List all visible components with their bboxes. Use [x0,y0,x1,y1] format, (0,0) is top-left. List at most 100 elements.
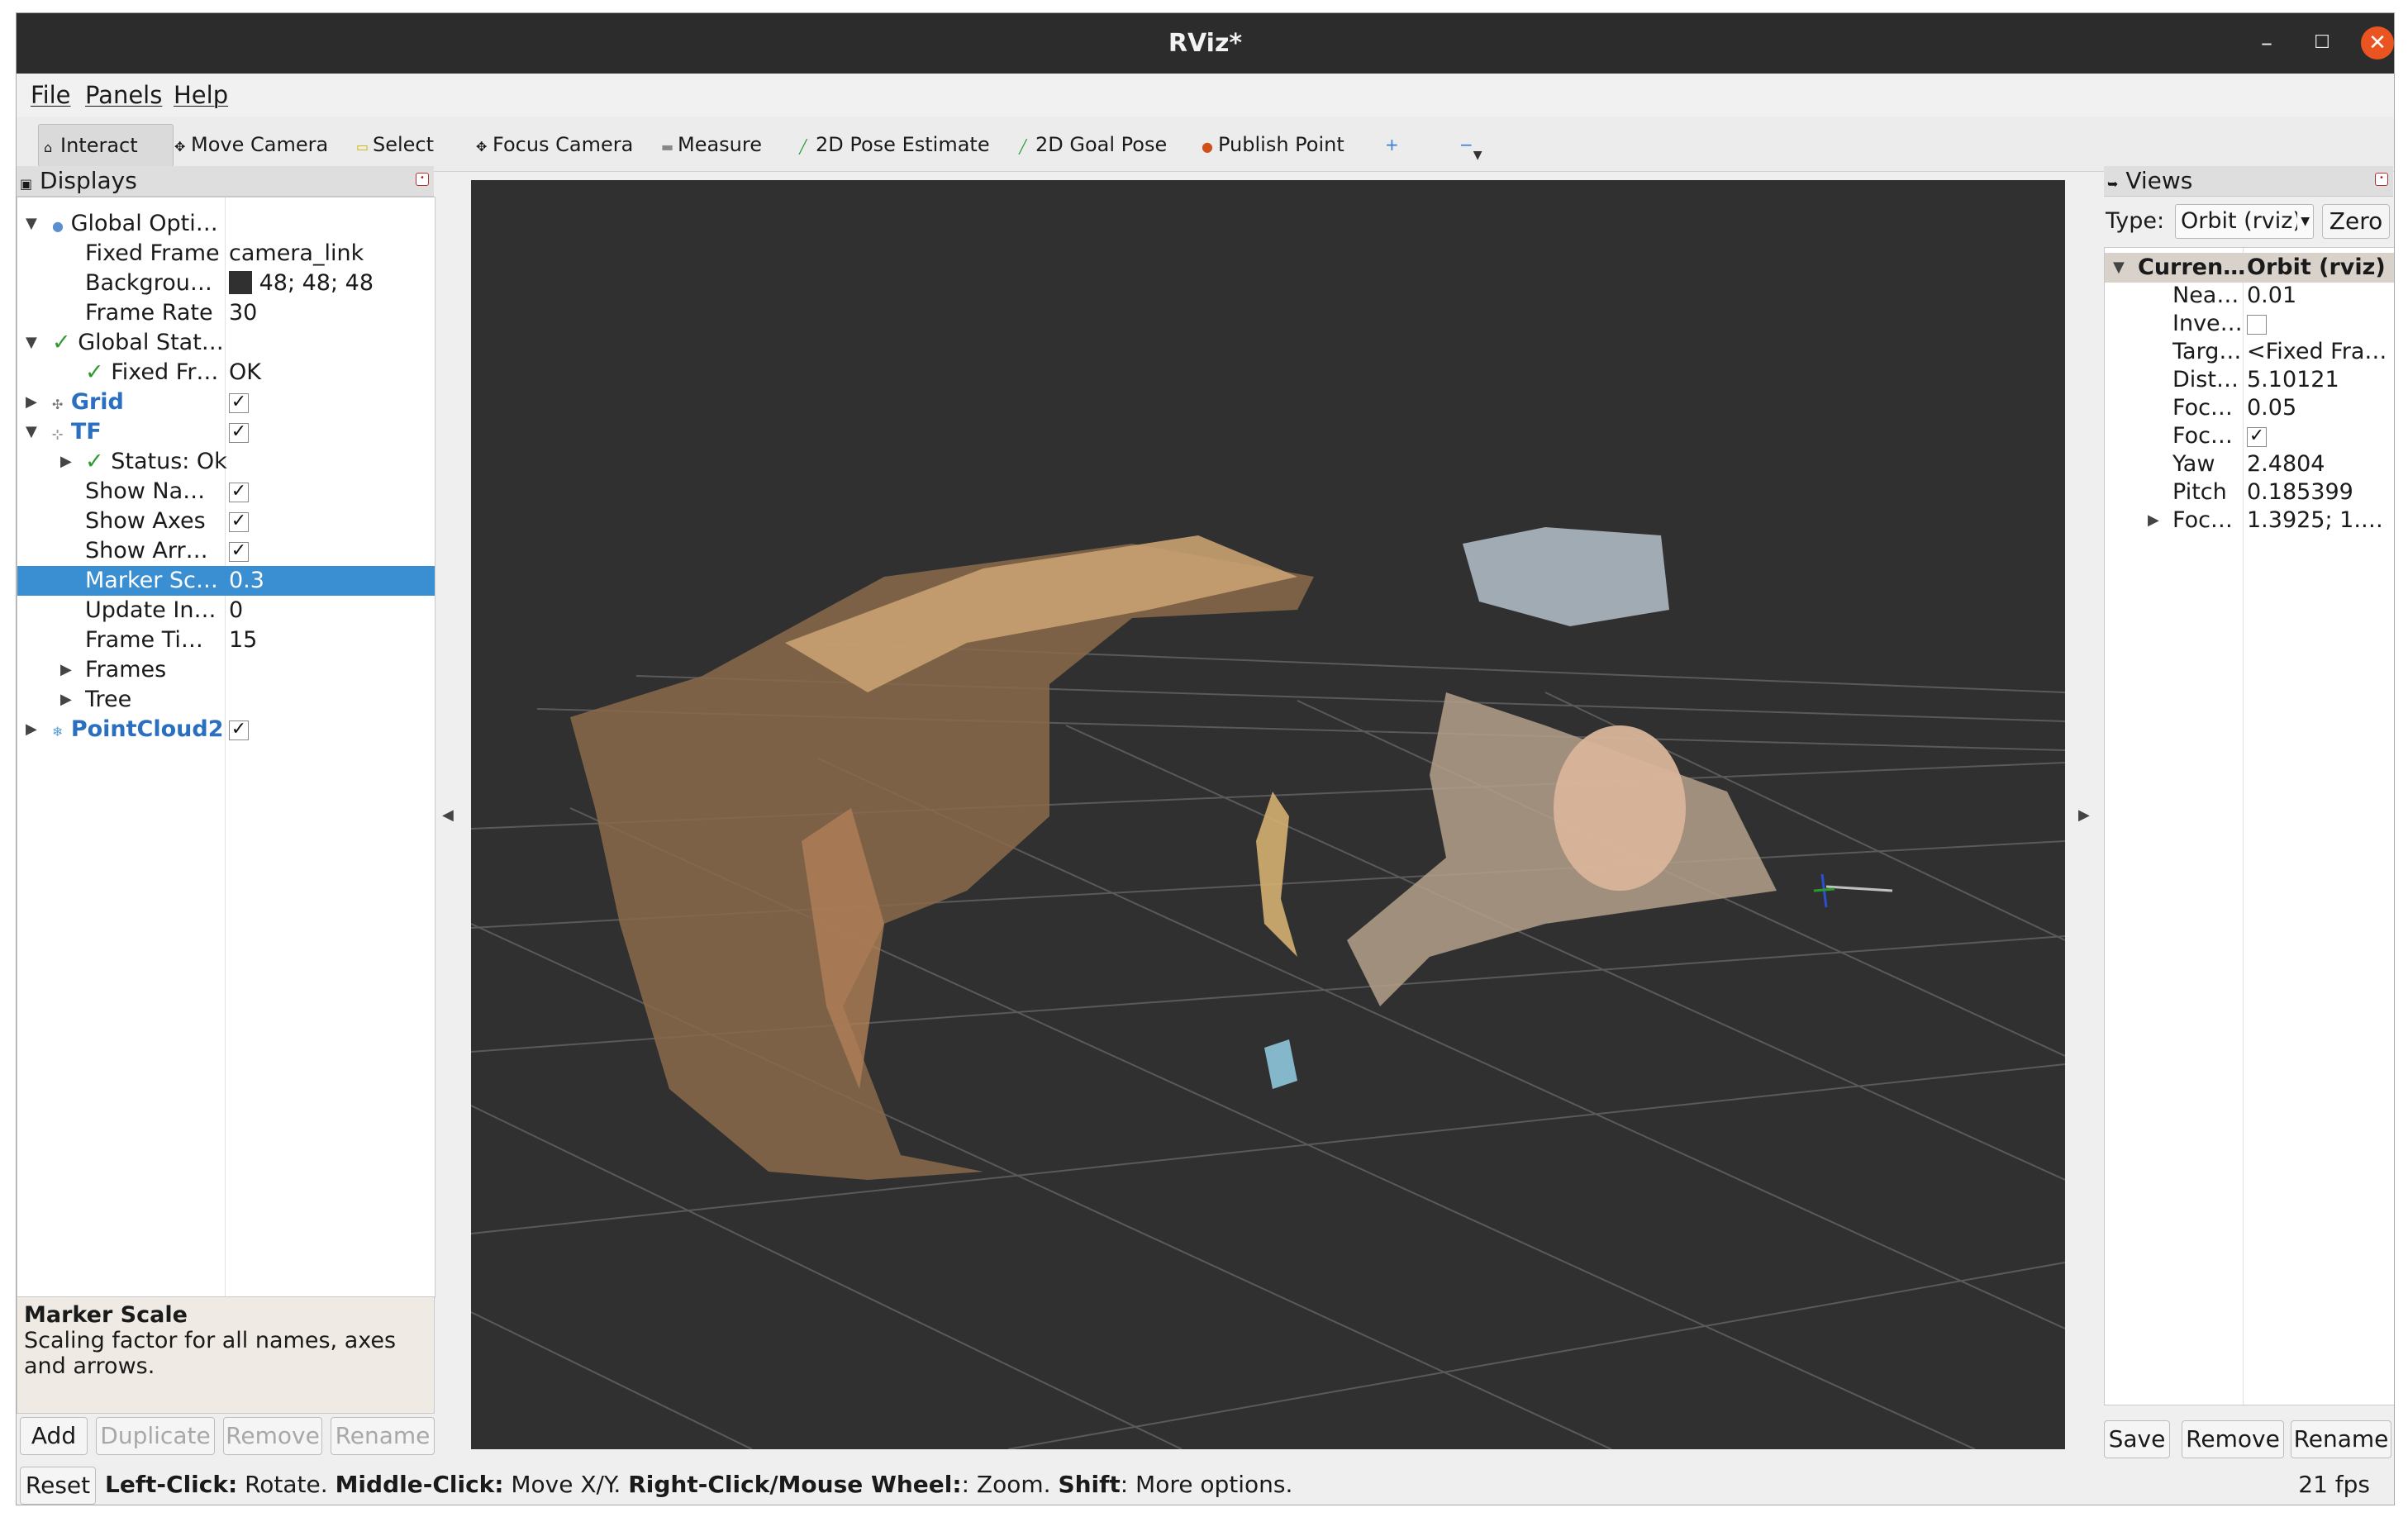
chevron-down-icon[interactable]: ▼ [2113,253,2125,283]
checkbox[interactable]: ✓ [229,422,249,443]
focal-point-value[interactable]: 1.3925; 1.… [2247,506,2383,535]
focal-shape-size-value[interactable]: 0.05 [2247,393,2296,423]
show-arrows-checkbox[interactable]: ✓ [229,536,249,566]
save-view-button[interactable]: Save [2104,1420,2170,1458]
view-type-combo[interactable]: Orbit (rviz) ▼ [2175,204,2314,239]
tree-row-tree[interactable]: ▶ Tree [17,685,435,715]
tree-row-frame-timeout[interactable]: Frame Ti… 15 [17,625,435,655]
tool-2d-pose-estimate[interactable]: ╱ 2D Pose Estimate [794,124,995,165]
tree-row-frames[interactable]: ▶ Frames [17,655,435,685]
checkbox[interactable]: ✓ [229,720,249,740]
show-axes-checkbox[interactable]: ✓ [229,506,249,536]
tree-row-tf[interactable]: ▼ ⊹ TF ✓ [17,417,435,447]
tree-row-show-axes[interactable]: Show Axes ✓ [17,506,435,536]
reset-button[interactable]: Reset [20,1467,96,1505]
tree-row-frame-rate[interactable]: Frame Rate 30 [17,298,435,328]
update-interval-value[interactable]: 0 [229,596,243,625]
tree-row-focal-point[interactable]: ▶ Foc… 1.3925; 1.… [2105,506,2394,535]
tree-row-focal-shape-size[interactable]: Foc… 0.05 [2105,393,2394,423]
frame-timeout-value[interactable]: 15 [229,625,257,655]
tree-row-distance[interactable]: Dist… 5.10121 [2105,365,2394,395]
tool-interact[interactable]: ⌂ Interact [38,124,174,167]
tree-row-yaw[interactable]: Yaw 2.4804 [2105,449,2394,479]
minimize-button[interactable]: – [2250,26,2283,59]
tree-row-pitch[interactable]: Pitch 0.185399 [2105,478,2394,507]
collapse-right-handle[interactable]: ▶ [2078,806,2090,824]
add-tool-button[interactable]: + [1380,124,1404,165]
remove-view-button[interactable]: Remove [2182,1420,2284,1458]
frame-rate-value[interactable]: 30 [229,298,257,328]
render-viewport[interactable] [470,180,2066,1450]
tree-row-tf-status[interactable]: ▶ ✓ Status: Ok [17,447,435,477]
chevron-right-icon[interactable]: ▶ [60,685,72,715]
tree-row-global-status[interactable]: ▼ ✓ Global Stat… [17,328,435,358]
tree-row-grid[interactable]: ▶ ✣ Grid ✓ [17,388,435,417]
tree-row-fixed-frame-status[interactable]: ✓ Fixed Fr… OK [17,358,435,388]
close-button[interactable]: ✕ [2361,26,2394,59]
tree-row-fixed-frame[interactable]: Fixed Frame camera_link [17,239,435,269]
near-clip-value[interactable]: 0.01 [2247,281,2296,311]
close-panel-icon[interactable]: • [2375,173,2388,186]
duplicate-display-button[interactable]: Duplicate [96,1417,215,1455]
invert-z-checkbox[interactable] [2247,309,2267,339]
tree-row-marker-scale[interactable]: Marker Sc… 0.3 [17,566,435,596]
close-panel-icon[interactable]: • [416,173,429,186]
add-display-button[interactable]: Add [20,1417,88,1455]
tool-2d-goal-pose[interactable]: ╱ 2D Goal Pose [1014,124,1172,165]
checkbox[interactable]: ✓ [229,511,249,532]
tree-row-background[interactable]: Backgrou… 48; 48; 48 [17,269,435,298]
distance-value[interactable]: 5.10121 [2247,365,2339,395]
zero-button[interactable]: Zero [2322,204,2390,239]
show-names-checkbox[interactable]: ✓ [229,477,249,506]
tree-row-current-view[interactable]: ▼ Curren… Orbit (rviz) [2105,253,2394,283]
collapse-left-handle[interactable]: ◀ [442,806,454,824]
tree-row-global-options[interactable]: ▼ ● Global Opti… [17,209,435,239]
chevron-right-icon[interactable]: ▶ [26,715,37,744]
pointcloud2-enabled-checkbox[interactable]: ✓ [229,715,249,744]
fixed-frame-value[interactable]: camera_link [229,239,364,269]
maximize-button[interactable]: ☐ [2306,26,2339,59]
chevron-right-icon[interactable]: ▶ [60,655,72,685]
checkbox[interactable]: ✓ [229,482,249,502]
rename-view-button[interactable]: Rename [2291,1420,2391,1458]
checkbox[interactable]: ✓ [229,541,249,562]
tree-row-target-frame[interactable]: Targ… <Fixed Fra… [2105,337,2394,367]
chevron-down-icon[interactable]: ▼ [26,209,37,239]
background-value[interactable]: 48; 48; 48 [229,269,374,298]
remove-tool-button[interactable]: −▼ [1454,124,1487,165]
tool-move-camera[interactable]: ✥ Move Camera [169,124,333,165]
checkbox[interactable]: ✓ [229,392,249,413]
checkbox[interactable]: ✓ [2247,426,2267,447]
tool-measure[interactable]: ▬ Measure [656,124,767,165]
remove-display-button[interactable]: Remove [223,1417,322,1455]
yaw-value[interactable]: 2.4804 [2247,449,2325,479]
grid-enabled-checkbox[interactable]: ✓ [229,388,249,417]
chevron-down-icon[interactable]: ▼ [26,328,37,358]
menu-panels[interactable]: Panels [85,74,162,117]
tree-row-show-names[interactable]: Show Na… ✓ [17,477,435,506]
chevron-right-icon[interactable]: ▶ [26,388,37,417]
marker-scale-value[interactable]: 0.3 [229,566,264,596]
menu-file[interactable]: File [31,74,71,117]
tool-focus-camera[interactable]: ✥ Focus Camera [471,124,638,165]
pitch-value[interactable]: 0.185399 [2247,478,2353,507]
tree-row-focal-shape-fixed[interactable]: Foc… ✓ [2105,421,2394,451]
tree-row-update-interval[interactable]: Update In… 0 [17,596,435,625]
tree-row-pointcloud2[interactable]: ▶ ❄ PointCloud2 ✓ [17,715,435,744]
tool-publish-point[interactable]: ● Publish Point [1197,124,1349,165]
tree-row-show-arrows[interactable]: Show Arr… ✓ [17,536,435,566]
chevron-right-icon[interactable]: ▶ [60,447,72,477]
tool-select[interactable]: ▭ Select [351,124,439,165]
tree-row-invert-z[interactable]: Inve… [2105,309,2394,339]
checkbox[interactable] [2247,314,2267,335]
focal-shape-fixed-checkbox[interactable]: ✓ [2247,421,2267,451]
tf-enabled-checkbox[interactable]: ✓ [229,417,249,447]
chevron-right-icon[interactable]: ▶ [2148,506,2159,535]
chevron-down-icon[interactable]: ▼ [26,417,37,447]
target-frame-value[interactable]: <Fixed Fra… [2247,337,2387,367]
scene-canvas[interactable] [470,180,2066,1450]
rename-display-button[interactable]: Rename [331,1417,435,1455]
menu-help[interactable]: Help [174,74,228,117]
move-camera-icon: ✥ [174,139,186,155]
tree-row-near-clip[interactable]: Nea… 0.01 [2105,281,2394,311]
